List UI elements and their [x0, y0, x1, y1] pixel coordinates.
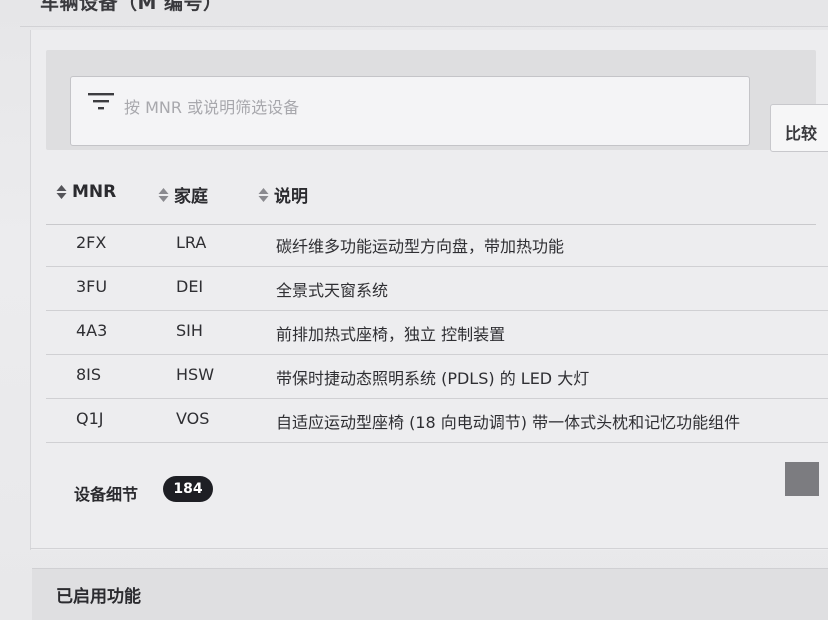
column-header-mnr[interactable]: MNR — [56, 182, 116, 202]
cell-description: 碳纤维多功能运动型方向盘，带加热功能 — [276, 237, 565, 256]
divider — [30, 548, 828, 549]
column-header-label: MNR — [72, 182, 117, 202]
cell-description: 前排加热式座椅，独立 控制装置 — [276, 325, 506, 344]
cell-description: 自适应运动型座椅 (18 向电动调节) 带一体式头枕和记忆功能组件 — [276, 413, 741, 432]
filter-icon — [88, 93, 114, 110]
sort-icon — [56, 185, 67, 199]
enabled-features-title[interactable]: 已启用功能 — [56, 582, 141, 607]
column-header-label: 家庭 — [174, 187, 208, 207]
column-header-description[interactable]: 说明 — [258, 182, 308, 207]
compare-button[interactable]: 比较 — [770, 104, 828, 152]
equipment-details-toggle[interactable]: 设备细节 — [74, 481, 138, 505]
sort-icon — [158, 187, 169, 202]
table-row[interactable]: 8IS HSW 带保时捷动态照明系统 (PDLS) 的 LED 大灯 — [46, 354, 828, 399]
table-row[interactable]: 4A3 SIH 前排加热式座椅，独立 控制装置 — [46, 310, 828, 355]
table-row[interactable]: Q1J VOS 自适应运动型座椅 (18 向电动调节) 带一体式头枕和记忆功能组… — [46, 398, 828, 443]
side-block — [785, 462, 819, 496]
vehicle-equipment-page: 车辆设备（M 编号） 按 MNR 或说明筛选设备 比较 MNR 家庭 说明 2F… — [0, 0, 828, 620]
cell-description: 带保时捷动态照明系统 (PDLS) 的 LED 大灯 — [276, 369, 590, 388]
divider — [20, 26, 828, 27]
sort-icon — [258, 187, 269, 202]
table-row[interactable]: 3FU DEI 全景式天窗系统 — [46, 266, 828, 311]
cell-family: VOS — [176, 409, 210, 428]
section-title: 车辆设备（M 编号） — [40, 0, 223, 14]
cell-family: DEI — [176, 277, 204, 296]
cell-mnr: 2FX — [76, 233, 107, 252]
column-header-family[interactable]: 家庭 — [158, 182, 208, 207]
table-header: MNR 家庭 说明 — [46, 176, 816, 225]
column-header-label: 说明 — [274, 187, 308, 207]
table-row[interactable]: 2FX LRA 碳纤维多功能运动型方向盘，带加热功能 — [46, 222, 828, 267]
cell-family: HSW — [176, 365, 215, 384]
count-badge: 184 — [163, 476, 213, 502]
cell-mnr: Q1J — [76, 409, 104, 428]
enabled-features-section — [32, 568, 828, 620]
cell-family: LRA — [176, 233, 207, 252]
cell-mnr: 8IS — [76, 365, 102, 384]
cell-description: 全景式天窗系统 — [276, 281, 389, 300]
filter-placeholder: 按 MNR 或说明筛选设备 — [124, 98, 300, 117]
cell-mnr: 3FU — [76, 277, 108, 296]
cell-mnr: 4A3 — [76, 321, 108, 340]
cell-family: SIH — [176, 321, 203, 340]
